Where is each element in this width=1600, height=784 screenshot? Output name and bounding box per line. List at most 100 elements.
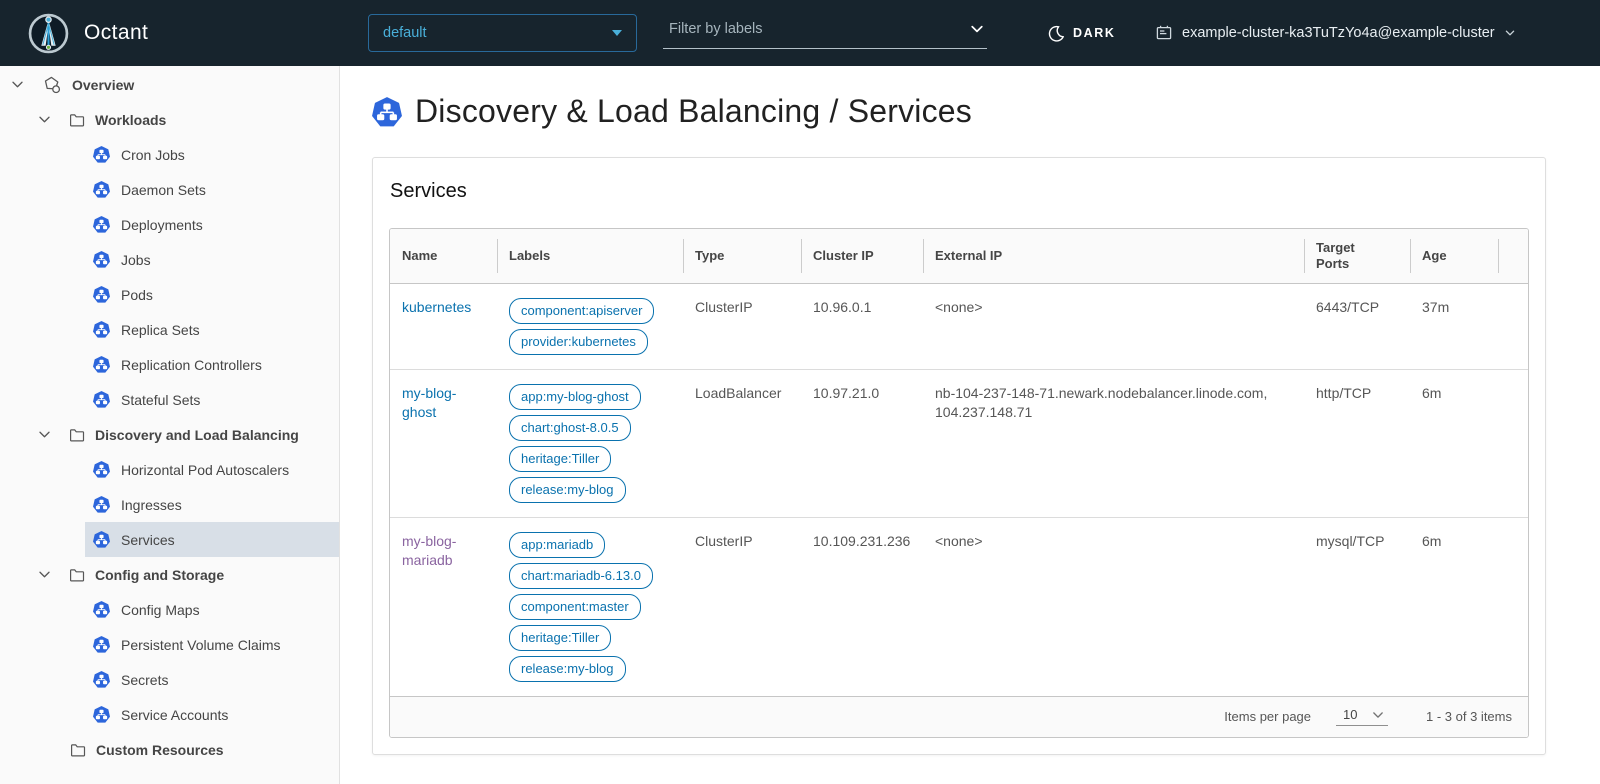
octant-logo-icon bbox=[28, 13, 69, 54]
cluster-icon bbox=[1155, 24, 1173, 42]
label-pill-row: app:my-blog-ghost bbox=[509, 384, 671, 410]
label-pill-component-master[interactable]: component:master bbox=[509, 594, 641, 620]
app-title: Octant bbox=[84, 21, 148, 45]
sidebar-item-label: Services bbox=[121, 532, 175, 548]
theme-toggle-button[interactable]: DARK bbox=[1047, 0, 1116, 66]
label-pill-component-apiserver[interactable]: component:apiserver bbox=[509, 298, 654, 324]
cell-cluster-ip: 10.96.0.1 bbox=[801, 283, 923, 369]
label-filter-placeholder: Filter by labels bbox=[669, 21, 762, 37]
sidebar-item-service-accounts[interactable]: Service Accounts bbox=[85, 697, 339, 732]
deployments-icon bbox=[93, 216, 110, 233]
sidebar-item-secrets[interactable]: Secrets bbox=[85, 662, 339, 697]
column-header-spacer bbox=[1498, 229, 1528, 283]
sidebar-item-config-maps[interactable]: Config Maps bbox=[85, 592, 339, 627]
folder-icon bbox=[70, 742, 86, 758]
sidebar-item-ingresses[interactable]: Ingresses bbox=[85, 487, 339, 522]
label-pill-release-my-blog[interactable]: release:my-blog bbox=[509, 656, 626, 682]
sidebar-item-custom-resources[interactable]: Custom Resources bbox=[0, 732, 339, 767]
sidebar-item-persistent-volume-claims[interactable]: Persistent Volume Claims bbox=[85, 627, 339, 662]
label-pill-row: release:my-blog bbox=[509, 656, 671, 682]
label-pill-row: chart:ghost-8.0.5 bbox=[509, 415, 671, 441]
sidebar-item-label: Horizontal Pod Autoscalers bbox=[121, 462, 289, 478]
sidebar-item-label: Jobs bbox=[121, 252, 151, 268]
items-per-page-select[interactable]: 10 bbox=[1336, 707, 1388, 726]
chevron-down-icon bbox=[1504, 27, 1516, 39]
service-resource-icon bbox=[372, 97, 402, 127]
sidebar-item-workloads[interactable]: Workloads bbox=[0, 102, 339, 137]
label-pill-row: heritage:Tiller bbox=[509, 446, 671, 472]
cell-external-ip: nb-104-237-148-71.newark.nodebalancer.li… bbox=[923, 369, 1304, 517]
secrets-icon bbox=[93, 671, 110, 688]
resource-link-my-blog-mariadb[interactable]: my-blog-mariadb bbox=[402, 533, 456, 568]
sidebar-item-label: Pods bbox=[121, 287, 153, 303]
sidebar-item-label: Cron Jobs bbox=[121, 147, 185, 163]
cell-cluster-ip: 10.97.21.0 bbox=[801, 369, 923, 517]
sidebar-item-daemon-sets[interactable]: Daemon Sets bbox=[85, 172, 339, 207]
label-pill-heritage-tiller[interactable]: heritage:Tiller bbox=[509, 625, 611, 651]
cell-cluster-ip: 10.109.231.236 bbox=[801, 517, 923, 696]
sidebar-item-config-and-storage[interactable]: Config and Storage bbox=[0, 557, 339, 592]
pagination-range: 1 - 3 of 3 items bbox=[1426, 709, 1512, 724]
chevron-down-icon[interactable] bbox=[37, 567, 52, 582]
service-accounts-icon bbox=[93, 706, 110, 723]
label-pill-row: chart:mariadb-6.13.0 bbox=[509, 563, 671, 589]
sidebar-item-pods[interactable]: Pods bbox=[85, 277, 339, 312]
services-icon bbox=[93, 531, 110, 548]
cell-labels: app:mariadb chart:mariadb-6.13.0 component… bbox=[497, 517, 683, 696]
sidebar-item-replication-controllers[interactable]: Replication Controllers bbox=[85, 347, 339, 382]
chevron-down-icon[interactable] bbox=[10, 77, 25, 92]
sidebar-item-services[interactable]: Services bbox=[85, 522, 339, 557]
sidebar-item-deployments[interactable]: Deployments bbox=[85, 207, 339, 242]
chevron-down-icon[interactable] bbox=[37, 427, 52, 442]
column-header-cluster-ip: Cluster IP bbox=[801, 229, 923, 283]
table-row-my-blog-mariadb: my-blog-mariadb app:mariadb chart:mariadb-… bbox=[390, 517, 1528, 696]
sidebar-item-label: Ingresses bbox=[121, 497, 182, 513]
sidebar-item-label: Config Maps bbox=[121, 602, 200, 618]
sidebar-item-label: Replication Controllers bbox=[121, 357, 262, 373]
sidebar-item-label: Discovery and Load Balancing bbox=[95, 427, 299, 443]
sidebar-item-cron-jobs[interactable]: Cron Jobs bbox=[85, 137, 339, 172]
page-title: Discovery & Load Balancing / Services bbox=[415, 93, 972, 130]
sidebar-item-discovery-and-load-balancing[interactable]: Discovery and Load Balancing bbox=[0, 417, 339, 452]
sidebar-item-jobs[interactable]: Jobs bbox=[85, 242, 339, 277]
label-pill-app-mariadb[interactable]: app:mariadb bbox=[509, 532, 605, 558]
stateful-sets-icon bbox=[93, 391, 110, 408]
sidebar-item-label: Secrets bbox=[121, 672, 168, 688]
namespace-select[interactable]: default bbox=[368, 14, 637, 52]
folder-icon bbox=[69, 427, 85, 443]
sidebar-item-label: Daemon Sets bbox=[121, 182, 206, 198]
table-pagination: Items per page 10 1 - 3 of 3 items bbox=[390, 696, 1528, 737]
cell-age: 37m bbox=[1410, 283, 1498, 369]
label-pill-heritage-tiller[interactable]: heritage:Tiller bbox=[509, 446, 611, 472]
theme-toggle-label: DARK bbox=[1073, 26, 1116, 40]
label-pill-app-my-blog-ghost[interactable]: app:my-blog-ghost bbox=[509, 384, 641, 410]
cell-type: ClusterIP bbox=[683, 283, 801, 369]
label-pill-provider-kubernetes[interactable]: provider:kubernetes bbox=[509, 329, 648, 355]
label-pill-chart-mariadb-6-13-0[interactable]: chart:mariadb-6.13.0 bbox=[509, 563, 653, 589]
resource-link-my-blog-ghost[interactable]: my-blog-ghost bbox=[402, 385, 456, 420]
namespace-select-value: default bbox=[383, 25, 427, 41]
brand: Octant bbox=[28, 0, 148, 66]
label-pill-release-my-blog[interactable]: release:my-blog bbox=[509, 477, 626, 503]
label-pill-row: component:master bbox=[509, 594, 671, 620]
label-pill-row: release:my-blog bbox=[509, 477, 671, 503]
cluster-context-selector[interactable]: example-cluster-ka3TuTzYo4a@example-clus… bbox=[1155, 0, 1516, 66]
sidebar-item-overview[interactable]: Overview bbox=[0, 67, 339, 102]
sidebar-item-label: Workloads bbox=[95, 112, 166, 128]
sidebar-item-replica-sets[interactable]: Replica Sets bbox=[85, 312, 339, 347]
horizontal-pod-autoscalers-icon bbox=[93, 461, 110, 478]
cell-labels: app:my-blog-ghost chart:ghost-8.0.5 herita… bbox=[497, 369, 683, 517]
sidebar-item-label: Config and Storage bbox=[95, 567, 224, 583]
services-table: NameLabelsTypeCluster IPExternal IPTarge… bbox=[389, 228, 1529, 738]
chevron-down-icon bbox=[1371, 708, 1385, 722]
label-filter-input[interactable]: Filter by labels bbox=[663, 10, 987, 49]
label-pill-chart-ghost-8-0-5[interactable]: chart:ghost-8.0.5 bbox=[509, 415, 631, 441]
cell-spacer bbox=[1498, 283, 1528, 369]
sidebar-item-horizontal-pod-autoscalers[interactable]: Horizontal Pod Autoscalers bbox=[85, 452, 339, 487]
chevron-down-icon[interactable] bbox=[37, 112, 52, 127]
sidebar-item-label: Custom Resources bbox=[96, 742, 224, 758]
cron-jobs-icon bbox=[93, 146, 110, 163]
cell-labels: component:apiserver provider:kubernetes bbox=[497, 283, 683, 369]
sidebar-item-stateful-sets[interactable]: Stateful Sets bbox=[85, 382, 339, 417]
resource-link-kubernetes[interactable]: kubernetes bbox=[402, 299, 471, 315]
